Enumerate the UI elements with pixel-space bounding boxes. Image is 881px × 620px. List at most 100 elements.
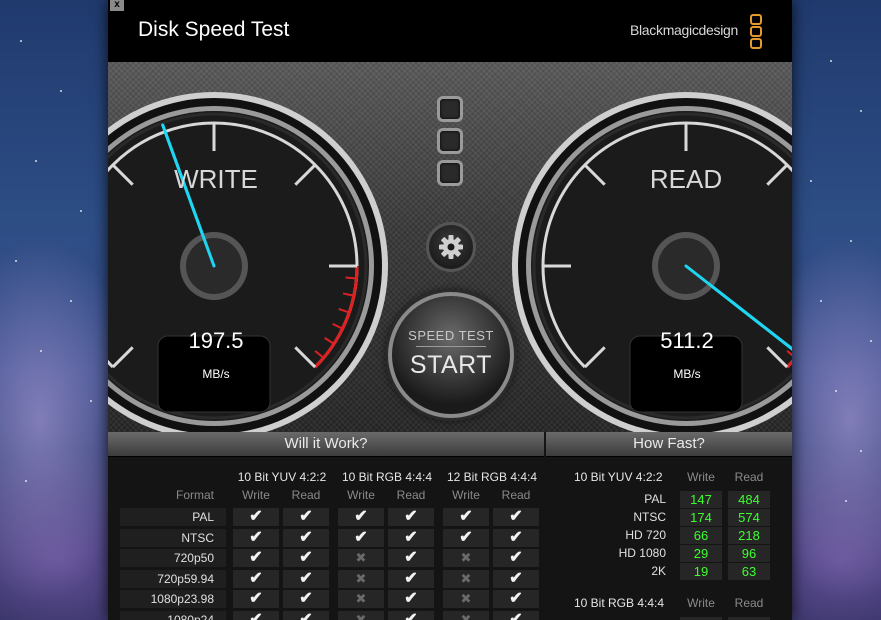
check-icon: ✔ (299, 528, 313, 546)
brand-logo-icon (750, 14, 762, 50)
write-frame-rate: 147 (690, 492, 712, 507)
how-fast-label: NTSC (633, 510, 666, 524)
logo-square-icon (437, 160, 463, 186)
check-icon: ✔ (509, 549, 523, 566)
format-label: 720p50 (173, 551, 214, 565)
check-icon: ✔ (299, 569, 313, 587)
star (35, 160, 37, 162)
star (830, 60, 832, 62)
star (835, 390, 837, 392)
write-column-header: Write (452, 488, 480, 502)
cross-icon: ✖ (355, 611, 367, 620)
cross-icon: ✖ (355, 570, 367, 586)
how-fast-label: PAL (644, 492, 666, 506)
gear-icon (439, 235, 463, 259)
read-column-header: Read (396, 488, 426, 502)
format-group-title: 12 Bit RGB 4:4:4 (446, 470, 538, 484)
check-icon: ✔ (404, 610, 418, 620)
format-label: 1080p23.98 (150, 592, 214, 606)
read-frame-rate: 63 (741, 564, 757, 579)
check-icon: ✔ (354, 508, 368, 525)
format-group-title: 10 Bit YUV 4:2:2 (237, 470, 327, 484)
star (870, 340, 872, 342)
check-icon: ✔ (404, 569, 418, 587)
write-frame-rate: 29 (693, 546, 709, 561)
format-label: PAL (192, 510, 214, 524)
brand-logo-text: Blackmagicdesign (629, 22, 738, 38)
write-column-header: Write (347, 488, 375, 502)
star (20, 40, 22, 42)
write-frame-rate: 66 (693, 528, 709, 543)
format-label: 1080p24 (167, 612, 214, 620)
check-icon: ✔ (299, 549, 313, 566)
check-icon: ✔ (249, 528, 263, 546)
read-frame-rate: 484 (738, 492, 760, 507)
cross-icon: ✖ (355, 591, 367, 606)
write-gauge-label: WRITE (174, 164, 258, 194)
write-column-header: Write (687, 596, 715, 610)
check-icon: ✔ (404, 549, 418, 566)
star (60, 90, 62, 92)
how-fast-label: HD 1080 (618, 546, 666, 560)
star (25, 480, 27, 482)
write-column-header: Write (242, 488, 270, 502)
check-icon: ✔ (404, 508, 418, 525)
read-speed-unit: MB/s (673, 367, 701, 381)
write-frame-rate: 174 (690, 510, 712, 525)
format-label: 720p59.94 (157, 571, 214, 586)
read-frame-rate: 574 (738, 510, 760, 525)
star (40, 350, 42, 352)
read-column-header: Read (291, 488, 321, 502)
check-icon: ✔ (249, 590, 263, 607)
write-speed-unit: MB/s (202, 367, 230, 381)
star (70, 300, 72, 302)
star (810, 180, 812, 182)
how-fast-label: 2K (651, 564, 666, 578)
check-icon: ✔ (299, 590, 313, 607)
star (860, 450, 862, 452)
write-speed-value: 197.5 (188, 328, 244, 353)
settings-button[interactable] (426, 222, 476, 272)
close-icon[interactable]: x (110, 0, 124, 11)
results-panel: Will it Work? How Fast? Format 10 Bit YUV… (108, 432, 792, 620)
check-icon: ✔ (509, 610, 523, 620)
will-it-work-header: Will it Work? (108, 432, 544, 457)
check-icon: ✔ (404, 528, 418, 546)
app-title: Disk Speed Test (138, 18, 290, 41)
read-gauge (512, 92, 792, 440)
check-icon: ✔ (509, 528, 523, 546)
read-column-header: Read (734, 596, 764, 610)
check-icon: ✔ (249, 569, 263, 587)
cross-icon: ✖ (460, 611, 472, 620)
read-frame-rate: 218 (738, 528, 760, 543)
read-speed-value: 511.2 (660, 328, 714, 353)
write-column-header: Write (687, 470, 715, 484)
logo-square-icon (437, 128, 463, 154)
star (80, 210, 82, 212)
check-icon: ✔ (509, 569, 523, 587)
check-icon: ✔ (509, 590, 523, 607)
format-group-title: 10 Bit RGB 4:4:4 (341, 470, 433, 484)
check-icon: ✔ (299, 508, 313, 525)
how-fast-label: HD 720 (625, 528, 666, 542)
star (15, 260, 17, 262)
check-icon: ✔ (459, 528, 473, 546)
check-icon: ✔ (249, 508, 263, 525)
star (860, 110, 862, 112)
star (90, 400, 92, 402)
read-column-header: Read (501, 488, 531, 502)
check-icon: ✔ (459, 508, 473, 525)
start-button-label: START (409, 351, 493, 379)
check-icon: ✔ (249, 549, 263, 566)
gauge-redline-tick (345, 276, 357, 280)
title-bar[interactable]: x Disk Speed Test Blackmagicdesign (108, 0, 792, 62)
app-window: x Disk Speed Test Blackmagicdesign WRITE… (108, 0, 792, 620)
gauge-panel: WRITE 197.5 MB/s READ 511.2 MB/s SPEED T… (108, 62, 792, 440)
start-button[interactable]: SPEED TEST START (388, 292, 514, 418)
read-gauge-label: READ (649, 164, 723, 194)
start-button-divider (416, 346, 486, 347)
cross-icon: ✖ (460, 570, 472, 586)
star (820, 300, 822, 302)
check-icon: ✔ (404, 590, 418, 607)
start-button-caption: SPEED TEST (408, 328, 494, 343)
